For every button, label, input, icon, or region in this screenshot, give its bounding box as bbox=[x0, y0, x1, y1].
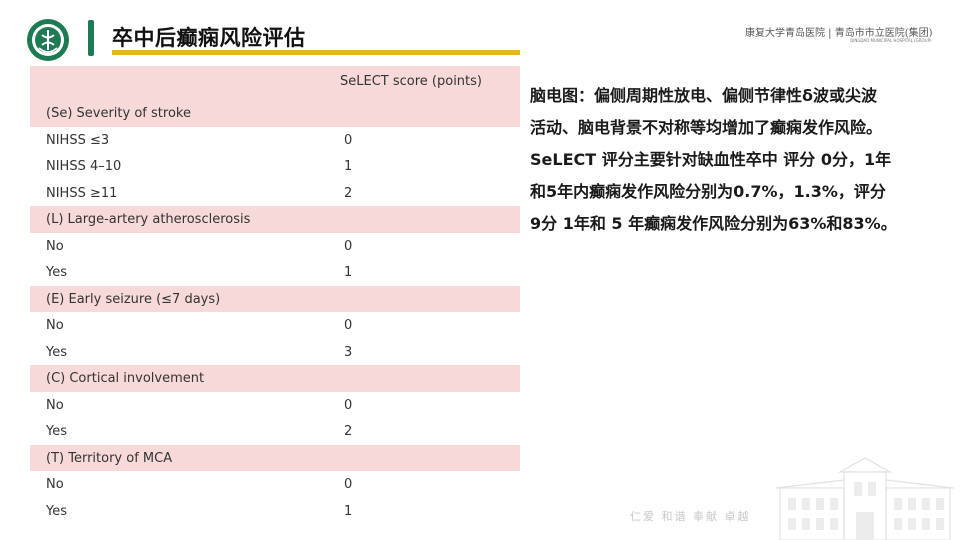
row-score-value: 3 bbox=[344, 344, 353, 360]
row-label: No bbox=[46, 477, 64, 492]
section-label: (Se) Severity of stroke bbox=[46, 106, 191, 121]
table-row: No 0 bbox=[30, 232, 520, 259]
description-line: 和5年内癫痫发作风险分别为0.7%，1.3%，评分 bbox=[530, 182, 886, 201]
description-line: SeLECT 评分主要针对缺血性卒中 评分 0分，1年 bbox=[530, 150, 892, 169]
row-label: Yes bbox=[46, 503, 67, 519]
description-line: 9分 1年和 5 年癫痫发作风险分别为63%和83%。 bbox=[530, 214, 897, 233]
section-label: (L) Large-artery atherosclerosis bbox=[46, 212, 251, 227]
hospital-logo bbox=[27, 19, 69, 61]
table-row: Yes 3 bbox=[30, 338, 520, 365]
table-row: No 0 bbox=[30, 312, 520, 339]
hospital-building-watermark bbox=[775, 457, 955, 540]
table-row: Yes 1 bbox=[30, 259, 520, 286]
row-label: NIHSS ≤3 bbox=[46, 132, 110, 148]
row-label: NIHSS 4–10 bbox=[46, 159, 122, 174]
section-label: (E) Early seizure (≤7 days) bbox=[46, 291, 221, 307]
row-score-value: 2 bbox=[344, 185, 353, 201]
hospital-motto: 仁爱 和谐 奉献 卓越 bbox=[630, 510, 751, 523]
row-label: No bbox=[46, 238, 64, 254]
table-row: NIHSS ≤3 0 bbox=[30, 126, 520, 153]
section-label: (C) Cortical involvement bbox=[46, 371, 205, 386]
row-score-value: 1 bbox=[344, 503, 353, 519]
description-line: 脑电图：偏侧周期性放电、偏侧节律性δ波或尖波 bbox=[530, 86, 877, 105]
row-label: NIHSS ≥11 bbox=[46, 185, 118, 201]
row-score-value: 1 bbox=[344, 265, 353, 280]
table-row: NIHSS ≥11 2 bbox=[30, 179, 520, 206]
table-header: SeLECT score (points) bbox=[30, 66, 520, 100]
row-label: No bbox=[46, 397, 64, 413]
table-section-row: (T) Territory of MCA bbox=[30, 445, 520, 472]
section-label: (T) Territory of MCA bbox=[46, 450, 173, 466]
row-label: Yes bbox=[46, 265, 67, 280]
table-section-row: (C) Cortical involvement bbox=[30, 365, 520, 392]
hospital-name: 康复大学青岛医院 | 青岛市市立医院(集团) bbox=[745, 28, 933, 39]
description-line: 活动、脑电背景不对称等均增加了癫痫发作风险。 bbox=[530, 118, 883, 137]
table-section-row: (L) Large-artery atherosclerosis bbox=[30, 206, 520, 233]
title-accent-bar bbox=[88, 20, 94, 56]
row-score-value: 0 bbox=[344, 238, 353, 254]
description-text: 脑电图：偏侧周期性放电、偏侧节律性δ波或尖波 活动、脑电背景不对称等均增加了癫痫… bbox=[530, 80, 950, 240]
hospital-subname: QINGDAO MUNICIPAL HOSPITAL (GROUP) bbox=[850, 38, 932, 43]
title-underline bbox=[112, 50, 520, 55]
row-score-value: 0 bbox=[344, 477, 353, 492]
row-label: No bbox=[46, 318, 64, 333]
row-label: Yes bbox=[46, 344, 67, 360]
row-score-value: 0 bbox=[344, 132, 353, 148]
table-section-row: (Se) Severity of stroke bbox=[30, 100, 520, 127]
table-row: Yes 2 bbox=[30, 418, 520, 445]
table-row: NIHSS 4–10 1 bbox=[30, 153, 520, 180]
table-row: No 0 bbox=[30, 391, 520, 418]
row-score-value: 2 bbox=[344, 424, 353, 439]
row-score-value: 1 bbox=[344, 159, 353, 174]
table-row: Yes 1 bbox=[30, 497, 520, 524]
row-score-value: 0 bbox=[344, 397, 353, 413]
page-title: 卒中后癫痫风险评估 bbox=[112, 26, 306, 50]
row-score-value: 0 bbox=[344, 318, 353, 333]
row-label: Yes bbox=[46, 424, 67, 439]
table-row: No 0 bbox=[30, 471, 520, 498]
column-header: SeLECT score (points) bbox=[340, 74, 482, 89]
table-section-row: (E) Early seizure (≤7 days) bbox=[30, 286, 520, 313]
select-score-table: SeLECT score (points) (Se) Severity of s… bbox=[30, 66, 520, 524]
